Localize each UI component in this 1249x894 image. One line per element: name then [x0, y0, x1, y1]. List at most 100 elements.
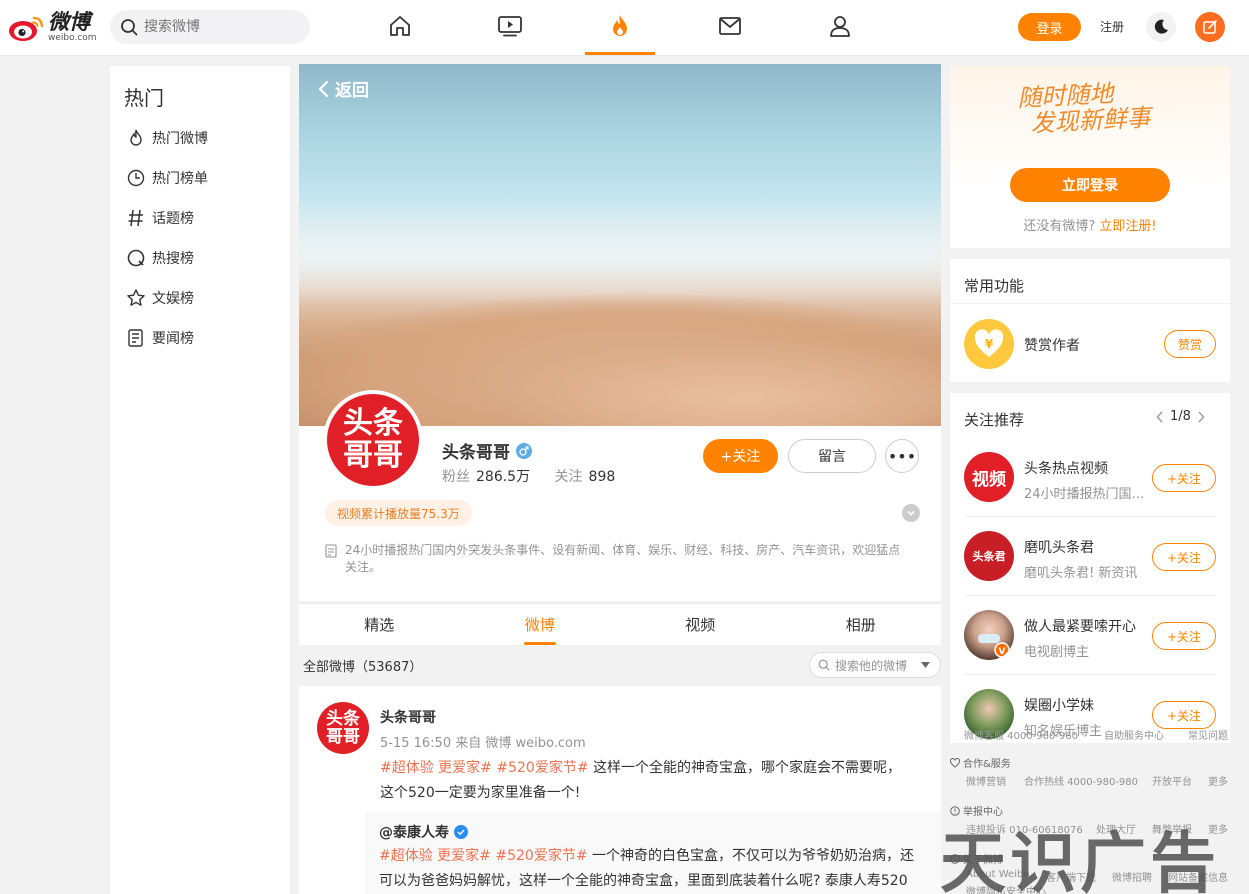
sidebar-item-label: 热搜榜 — [152, 251, 194, 267]
post-meta: 5-15 16:50 来自 微博 weibo.com — [380, 736, 586, 751]
more-button[interactable]: ••• — [885, 439, 919, 473]
rec-item[interactable]: V 做人最紧要嗦开心 电视剧博主 +关注 — [950, 596, 1230, 675]
tab-weibo[interactable]: 微博 — [460, 604, 621, 645]
search-icon — [818, 659, 830, 671]
rec-name[interactable]: 磨叽头条君 — [1024, 537, 1146, 557]
hash-icon — [128, 209, 143, 227]
chevron-right-icon[interactable] — [1197, 411, 1205, 423]
post-avatar[interactable]: 头条 哥哥 — [317, 702, 369, 754]
rec-follow-button[interactable]: +关注 — [1152, 543, 1216, 571]
profile-avatar[interactable]: 头条 哥哥 — [323, 390, 423, 490]
top-bar: 微博 weibo.com 登录 注册 — [0, 0, 1249, 56]
profile-name-text: 头条哥哥 — [442, 443, 510, 463]
rec-name[interactable]: 娱圈小学妹 — [1024, 695, 1146, 715]
expand-button[interactable] — [902, 504, 920, 522]
login-promo-card: 随时随地 发现新鲜事 立即登录 还没有微博? 立即注册! — [950, 66, 1230, 248]
post-topic-tags[interactable]: #超体验 更爱家# #520爱家节# — [380, 760, 589, 776]
sidebar-item-news[interactable]: 要闻榜 — [126, 324, 276, 352]
following-count[interactable]: 898 — [589, 469, 616, 485]
nav-hot[interactable] — [600, 10, 640, 42]
sidebar-item-hot-weibo[interactable]: 热门微博 — [126, 124, 276, 152]
nav-home[interactable] — [380, 10, 420, 42]
slogan-line2: 发现新鲜事 — [1030, 103, 1152, 138]
home-icon — [390, 16, 410, 36]
post-search-box[interactable]: 搜索他的微博 — [809, 652, 941, 678]
logo-text: 微博 — [48, 10, 90, 34]
footer-self-service[interactable]: 自助服务中心 — [1104, 727, 1164, 742]
sidebar-item-hot-search[interactable]: 热搜榜 — [126, 244, 276, 272]
repost-block[interactable]: @泰康人寿 #超体验 更爱家# #520爱家节# 一个神奇的白色宝盒，不仅可以为… — [365, 812, 941, 894]
rec-name[interactable]: 做人最紧要嗦开心 — [1024, 616, 1146, 636]
avatar-text-line2: 哥哥 — [343, 438, 403, 473]
repost-author[interactable]: @泰康人寿 — [379, 822, 468, 842]
search-box[interactable] — [110, 10, 310, 44]
tab-video[interactable]: 视频 — [620, 604, 781, 645]
rec-avatar-text: 头条君 — [972, 550, 1006, 563]
register-now-link[interactable]: 立即注册! — [1099, 219, 1156, 234]
theme-toggle[interactable] — [1146, 12, 1176, 42]
rec-follow-button[interactable]: +关注 — [1152, 464, 1216, 492]
login-now-button[interactable]: 立即登录 — [1010, 168, 1170, 202]
functions-title: 常用功能 — [964, 277, 1025, 295]
nav-profile[interactable] — [820, 10, 860, 42]
rec-item[interactable]: 视频 头条热点视频 24小时播报热门国内外 +关注 — [950, 438, 1230, 517]
svg-text:¥: ¥ — [985, 337, 994, 351]
rec-avatar[interactable]: V — [964, 610, 1014, 660]
sidebar-item-hot-list[interactable]: 热门榜单 — [126, 164, 276, 192]
avatar-text-line1: 头条 — [343, 406, 403, 441]
rec-item[interactable]: 头条君 磨叽头条君 磨叽头条君! 新资讯 +关注 — [950, 517, 1230, 596]
rec-follow-button[interactable]: +关注 — [1152, 622, 1216, 650]
rec-avatar[interactable]: 视频 — [964, 452, 1014, 502]
chevron-left-icon[interactable] — [1156, 411, 1164, 423]
no-account-label: 还没有微博? — [1023, 219, 1096, 234]
avatar-text-line1: 头条 — [326, 709, 360, 729]
sidebar-item-topics[interactable]: 话题榜 — [126, 204, 276, 232]
repost-text: #超体验 更爱家# #520爱家节# 一个神奇的白色宝盒，不仅可以为爷爷奶奶治病… — [379, 844, 919, 894]
weibo-logo[interactable]: 微博 weibo.com — [8, 8, 98, 46]
rec-follow-button[interactable]: +关注 — [1152, 701, 1216, 729]
footer-link[interactable]: 开放平台 — [1152, 773, 1192, 788]
search-circle-icon — [127, 249, 145, 267]
nav-message[interactable] — [710, 10, 750, 42]
svg-text:V: V — [999, 647, 1006, 657]
footer-faq[interactable]: 常见问题 — [1188, 727, 1228, 742]
watermark-text: 天识广告 — [940, 825, 1220, 894]
follow-recommendations-card: 关注推荐 1/8 视频 头条热点视频 24小时播报热门国内外 +关注 头条君 磨… — [950, 393, 1230, 743]
message-button[interactable]: 留言 — [788, 439, 876, 473]
login-button[interactable]: 登录 — [1018, 13, 1081, 41]
reward-button[interactable]: 赞赏 — [1164, 330, 1216, 358]
rec-name[interactable]: 头条热点视频 — [1024, 458, 1146, 478]
compose-button[interactable] — [1195, 12, 1225, 42]
sidebar-item-entertainment[interactable]: 文娱榜 — [126, 284, 276, 312]
footer-link[interactable]: 微博营销 — [966, 773, 1006, 788]
chevron-left-icon — [318, 80, 329, 97]
footer-hotline[interactable]: 微博客服 4000-960-960 — [964, 727, 1078, 742]
register-link[interactable]: 注册 — [1100, 18, 1124, 35]
chevron-down-icon — [907, 510, 915, 516]
post-text: #超体验 更爱家# #520爱家节# 这样一个全能的神奇宝盒，哪个家庭会不需要呢… — [380, 756, 910, 806]
tab-featured[interactable]: 精选 — [299, 604, 460, 645]
back-button[interactable]: 返回 — [317, 76, 369, 101]
nav-video[interactable] — [490, 10, 530, 42]
moon-icon — [1154, 19, 1168, 34]
search-input[interactable] — [144, 19, 294, 35]
reward-icon: ¥ — [964, 319, 1014, 369]
flame-icon — [130, 129, 142, 146]
weibo-eye-icon — [8, 12, 46, 42]
male-icon — [516, 442, 532, 459]
footer-link[interactable]: 更多 — [1208, 773, 1228, 788]
post-author[interactable]: 头条哥哥 — [380, 707, 436, 727]
profile-main: 返回 头条 哥哥 头条哥哥 粉丝 286.5万 关注 898 +关注 留言 ••• … — [299, 64, 941, 894]
profile-stats: 粉丝 286.5万 关注 898 — [442, 466, 635, 486]
mail-icon — [719, 17, 741, 35]
tab-album[interactable]: 相册 — [781, 604, 942, 645]
repost-author-text: @泰康人寿 — [379, 825, 449, 841]
fans-label: 粉丝 — [442, 469, 470, 485]
repost-topic-tags[interactable]: #超体验 更爱家# #520爱家节# — [379, 848, 588, 864]
rec-avatar[interactable]: 头条君 — [964, 531, 1014, 581]
footer-link[interactable]: 合作热线 4000-980-980 — [1024, 773, 1138, 788]
fans-count[interactable]: 286.5万 — [476, 469, 530, 485]
all-posts-count[interactable]: 全部微博（53687） — [303, 656, 422, 675]
follow-button[interactable]: +关注 — [703, 439, 778, 473]
rec-desc: 24小时播报热门国内外 — [1024, 487, 1146, 502]
